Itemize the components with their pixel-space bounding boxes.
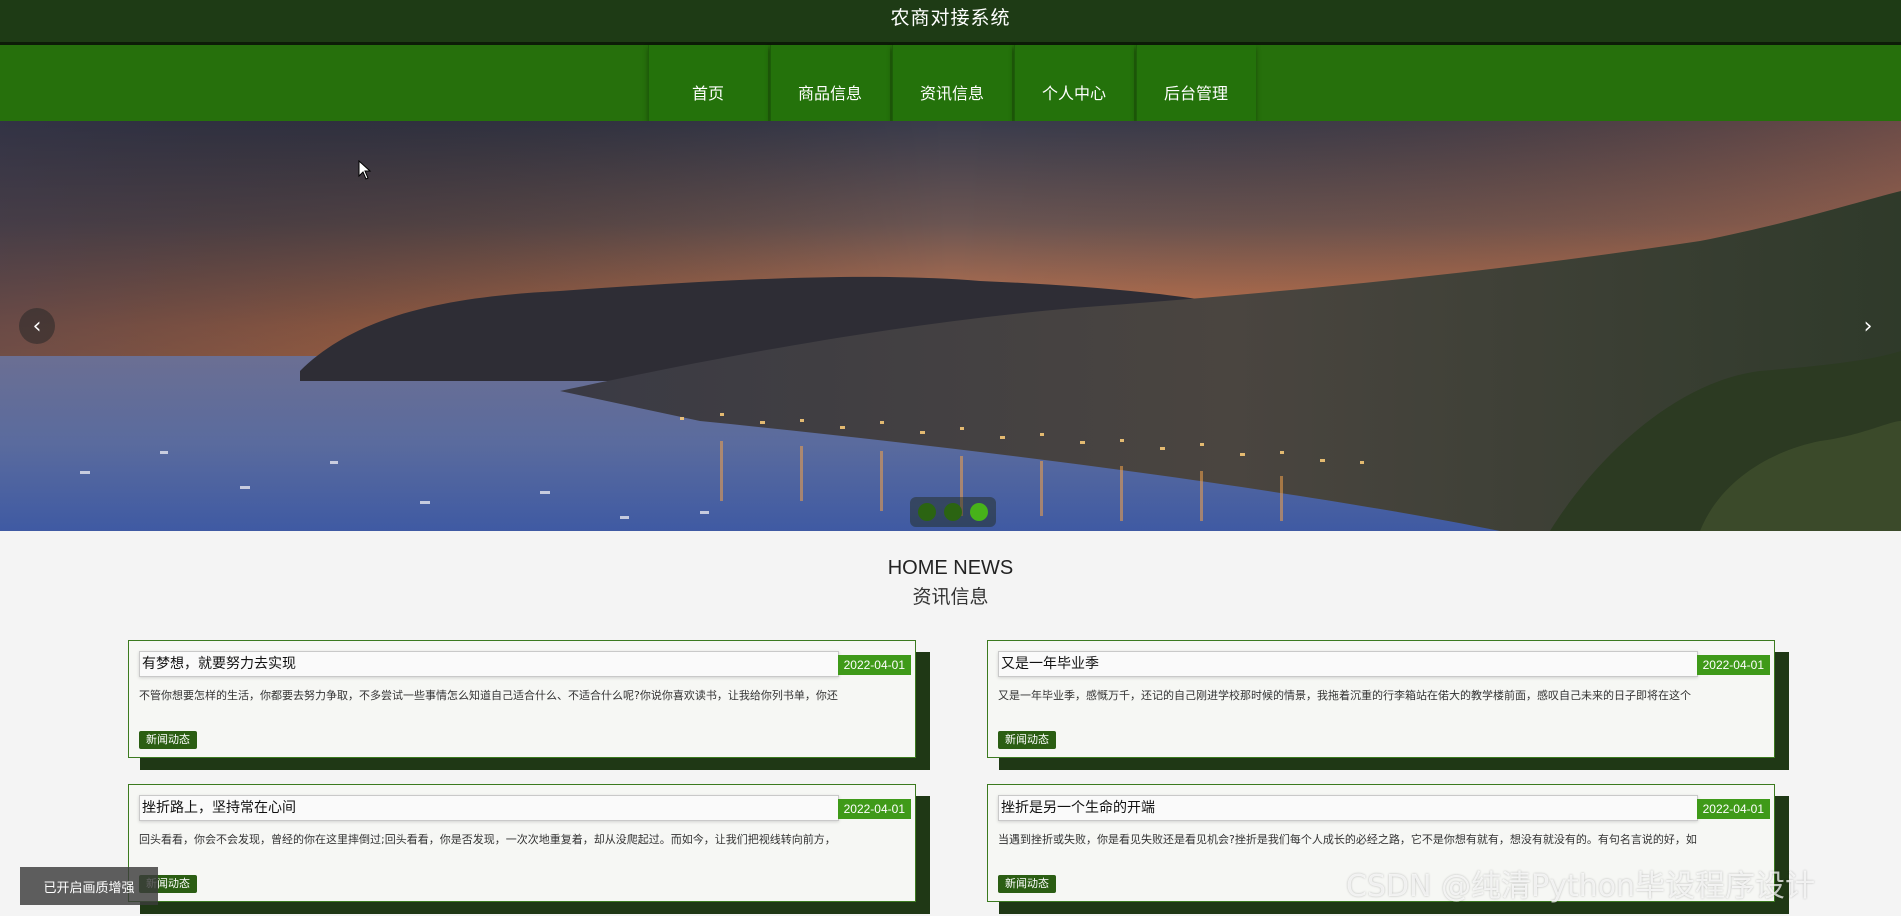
news-card: 挫折路上，坚持常在心间 2022-04-01 回头看看，你会不会发现，曾经的你在… — [128, 784, 930, 914]
chevron-right-icon: › — [1863, 313, 1873, 339]
news-card-body[interactable]: 又是一年毕业季 2022-04-01 又是一年毕业季，感慨万千，还记的自己刚进学… — [987, 640, 1775, 758]
news-card: 又是一年毕业季 2022-04-01 又是一年毕业季，感慨万千，还记的自己刚进学… — [987, 640, 1789, 770]
news-card-date: 2022-04-01 — [837, 655, 911, 675]
news-card-tag[interactable]: 新闻动态 — [139, 731, 197, 749]
carousel-next-button[interactable]: › — [1850, 308, 1886, 344]
news-card-title[interactable]: 挫折路上，坚持常在心间 — [139, 795, 839, 821]
news-card-title[interactable]: 有梦想，就要努力去实现 — [139, 651, 839, 677]
nav-item-products[interactable]: 商品信息 — [770, 45, 890, 121]
carousel-dot-1[interactable] — [918, 503, 936, 521]
carousel-dot-3[interactable] — [970, 503, 988, 521]
news-card-title[interactable]: 挫折是另一个生命的开端 — [998, 795, 1698, 821]
carousel-indicators — [910, 497, 996, 527]
carousel-prev-button[interactable]: ‹ — [19, 308, 55, 344]
news-card-desc: 当遇到挫折或失败，你是看见失败还是看见机会?挫折是我们每个人成长的必经之路，它不… — [998, 833, 1697, 846]
banner-carousel[interactable]: ‹ › — [0, 121, 1901, 531]
news-card-title[interactable]: 又是一年毕业季 — [998, 651, 1698, 677]
news-section-heading: HOME NEWS 资讯信息 — [0, 557, 1901, 609]
news-card-date: 2022-04-01 — [837, 799, 911, 819]
banner-image — [0, 121, 1901, 531]
news-card-desc: 又是一年毕业季，感慨万千，还记的自己刚进学校那时候的情景，我拖着沉重的行李箱站在… — [998, 689, 1691, 702]
mouse-cursor-icon — [358, 160, 372, 180]
top-title-bar: 农商对接系统 — [0, 0, 1901, 45]
news-card-desc: 回头看看，你会不会发现，曾经的你在这里摔倒过;回头看看，你是否发现，一次次地重复… — [139, 833, 836, 846]
carousel-dot-2[interactable] — [944, 503, 962, 521]
news-heading-cn: 资讯信息 — [912, 586, 989, 608]
nav-menu: 首页 商品信息 资讯信息 个人中心 后台管理 — [648, 45, 1258, 121]
news-card-date: 2022-04-01 — [1696, 655, 1770, 675]
quality-toast: 已开启画质增强 — [20, 867, 158, 905]
nav-item-profile[interactable]: 个人中心 — [1014, 45, 1134, 121]
news-card-tag[interactable]: 新闻动态 — [998, 875, 1056, 893]
nav-item-admin[interactable]: 后台管理 — [1136, 45, 1256, 121]
news-heading-en: HOME NEWS — [887, 557, 1014, 579]
news-card-date: 2022-04-01 — [1696, 799, 1770, 819]
news-card: 有梦想，就要努力去实现 2022-04-01 不管你想要怎样的生活，你都要去努力… — [128, 640, 930, 770]
nav-item-news[interactable]: 资讯信息 — [892, 45, 1012, 121]
news-card-desc: 不管你想要怎样的生活，你都要去努力争取，不多尝试一些事情怎么知道自己适合什么、不… — [139, 689, 838, 702]
news-card-body[interactable]: 有梦想，就要努力去实现 2022-04-01 不管你想要怎样的生活，你都要去努力… — [128, 640, 916, 758]
site-title: 农商对接系统 — [890, 6, 1011, 29]
watermark: CSDN @纯清Python毕设程序设计 — [1346, 869, 1816, 904]
main-navbar: 首页 商品信息 资讯信息 个人中心 后台管理 — [0, 45, 1901, 121]
news-card-tag[interactable]: 新闻动态 — [998, 731, 1056, 749]
news-card-body[interactable]: 挫折路上，坚持常在心间 2022-04-01 回头看看，你会不会发现，曾经的你在… — [128, 784, 916, 902]
chevron-left-icon: ‹ — [32, 313, 42, 339]
nav-item-home[interactable]: 首页 — [648, 45, 768, 121]
